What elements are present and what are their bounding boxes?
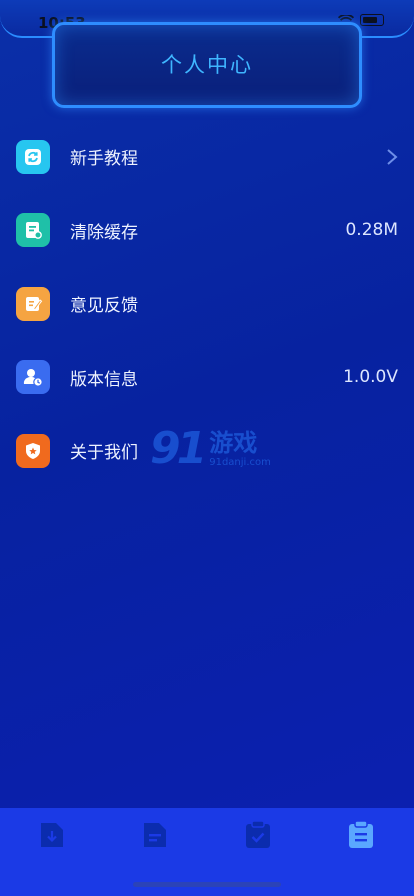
menu-item-clear-cache[interactable]: 清除缓存 0.28M <box>0 194 414 268</box>
tab-tasks[interactable] <box>241 818 275 852</box>
watermark-logo: 91 游戏 91danji.com <box>150 420 280 478</box>
menu-item-label: 新手教程 <box>70 149 138 170</box>
menu-item-label: 清除缓存 <box>70 222 138 243</box>
tab-documents[interactable] <box>138 818 172 852</box>
page-title: 个人中心 <box>161 53 253 77</box>
download-document-icon <box>41 823 63 847</box>
version-value: 1.0.0V <box>343 367 398 388</box>
document-list-icon <box>144 823 166 847</box>
tab-profile-active[interactable] <box>344 818 378 852</box>
shield-star-icon <box>16 433 50 468</box>
user-clock-icon <box>16 360 50 395</box>
battery-icon <box>360 14 384 26</box>
feedback-edit-icon <box>16 286 50 321</box>
watermark-name: 游戏 <box>209 428 258 457</box>
menu-item-label: 意见反馈 <box>70 296 138 317</box>
menu-item-version[interactable]: 版本信息 1.0.0V <box>0 341 414 415</box>
tab-download[interactable] <box>35 818 69 852</box>
menu-item-label: 版本信息 <box>70 369 138 390</box>
cache-size-value: 0.28M <box>345 220 398 241</box>
clipboard-list-icon <box>349 820 373 848</box>
menu-item-tutorial[interactable]: 新手教程 <box>0 120 414 194</box>
chevron-right-icon <box>387 148 398 165</box>
refresh-icon <box>16 139 50 174</box>
clipboard-check-icon <box>246 820 270 848</box>
home-indicator[interactable] <box>133 882 281 887</box>
menu-item-feedback[interactable]: 意见反馈 <box>0 267 414 341</box>
watermark-url: 91danji.com <box>209 456 271 468</box>
menu-item-label: 关于我们 <box>70 443 138 464</box>
document-clear-icon <box>16 213 50 248</box>
page-title-panel: 个人中心 <box>52 22 362 108</box>
watermark-brand: 91 <box>150 423 207 474</box>
